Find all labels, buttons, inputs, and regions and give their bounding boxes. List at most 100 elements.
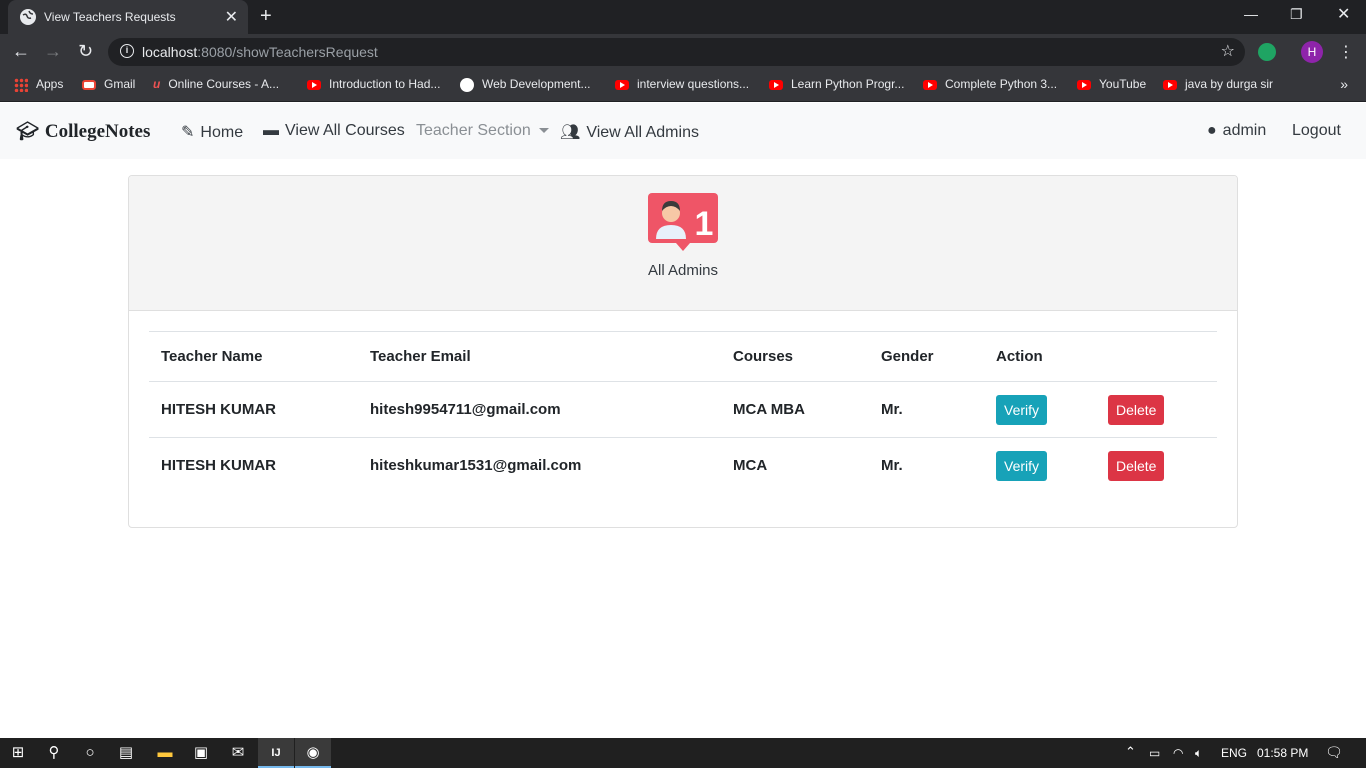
bookmark-item[interactable]: Web Development... xyxy=(460,77,591,92)
gmail-icon xyxy=(82,79,96,90)
task-view-icon[interactable]: ▤ xyxy=(108,738,144,768)
bookmark-item[interactable]: Introduction to Had... xyxy=(307,77,440,91)
bookmarks-bar: Apps Gmail u Online Courses - A... Introd… xyxy=(0,70,1366,102)
chevron-up-icon[interactable]: ⌃ xyxy=(1125,744,1136,760)
youtube-icon xyxy=(769,79,783,90)
card-header: 1 All Admins xyxy=(129,176,1237,311)
users-icon: 👥︎ xyxy=(560,124,581,141)
verify-button[interactable]: Verify xyxy=(996,450,1048,481)
col-courses: Courses xyxy=(733,348,794,365)
table-header-row: Teacher Name Teacher Email Courses Gende… xyxy=(149,331,1217,382)
bookmark-item[interactable]: Gmail xyxy=(82,77,135,91)
search-icon[interactable]: ⚲ xyxy=(36,738,72,768)
tab-close-icon[interactable]: ✕ xyxy=(225,7,238,27)
menu-icon[interactable]: ⋮ xyxy=(1338,42,1354,62)
delete-button[interactable]: Delete xyxy=(1108,450,1165,481)
teacher-courses: MCA MBA xyxy=(733,401,805,418)
bookmark-item[interactable]: interview questions... xyxy=(615,77,749,91)
col-teacher-email: Teacher Email xyxy=(370,348,471,365)
verify-cell: Verify xyxy=(984,438,1096,494)
user-circle-icon: ● xyxy=(1207,122,1217,139)
web-icon xyxy=(460,77,474,92)
address-bar[interactable]: i localhost:8080/showTeachersRequest ☆ xyxy=(108,38,1245,66)
delete-button[interactable]: Delete xyxy=(1108,394,1165,425)
verify-cell: Verify xyxy=(984,382,1096,438)
chrome-icon[interactable]: ◉ xyxy=(295,738,331,768)
battery-icon[interactable]: ▭ xyxy=(1149,746,1160,760)
mail-icon[interactable]: ✉ xyxy=(220,738,256,768)
bookmark-item[interactable]: Learn Python Progr... xyxy=(769,77,904,91)
verify-button[interactable]: Verify xyxy=(996,394,1048,425)
graduation-cap-icon: 🎓︎ xyxy=(16,121,39,141)
bookmark-item[interactable]: Apps xyxy=(14,77,63,92)
avatar[interactable]: H xyxy=(1301,41,1323,63)
caret-down-icon xyxy=(538,128,549,134)
language-indicator[interactable]: ENG xyxy=(1221,746,1247,760)
brand-logo[interactable]: 🎓︎ CollegeNotes xyxy=(16,121,150,143)
teacher-requests-card: 1 All Admins Teacher Name Teacher Email … xyxy=(128,175,1238,528)
nav-user[interactable]: ● admin xyxy=(1207,122,1266,140)
close-window-icon[interactable]: ✕ xyxy=(1337,4,1350,24)
teacher-name: HITESH KUMAR xyxy=(161,401,276,418)
forward-icon[interactable]: → xyxy=(44,42,62,60)
bookmark-item[interactable]: java by durga sir xyxy=(1163,77,1273,91)
teacher-name: HITESH KUMAR xyxy=(161,457,276,475)
intellij-icon[interactable]: IJ xyxy=(258,738,294,768)
col-action: Action xyxy=(996,348,1043,365)
browser-toolbar: ← → ↻ i localhost:8080/showTeachersReque… xyxy=(0,34,1366,70)
teacher-gender: Mr. xyxy=(881,457,903,475)
youtube-icon xyxy=(615,79,629,90)
youtube-icon xyxy=(1077,79,1091,90)
file-explorer-icon[interactable]: ▬ xyxy=(147,738,183,768)
windows-taskbar: ⊞ ⚲ ○ ▤ ▬ ▣ ✉ IJ ◉ ⌃ ▭ ◠ 🔈︎ ENG 01:58 PM… xyxy=(0,738,1366,768)
bookmark-item[interactable]: u Online Courses - A... xyxy=(153,77,279,91)
notification-icon[interactable]: 🗨︎ xyxy=(1325,744,1343,761)
teacher-gender: Mr. xyxy=(881,401,903,418)
nav-view-all-courses[interactable]: ▬ View All Courses xyxy=(263,122,405,140)
extension-icon[interactable] xyxy=(1258,43,1276,61)
teacher-email: hiteshkumar1531@gmail.com xyxy=(370,457,582,475)
col-action-extra xyxy=(1096,332,1217,382)
browser-tab[interactable]: View Teachers Requests ✕ xyxy=(8,0,248,34)
restore-icon[interactable]: ❐ xyxy=(1290,6,1303,23)
teacher-requests-table: Teacher Name Teacher Email Courses Gende… xyxy=(149,331,1217,494)
delete-cell: Delete xyxy=(1096,438,1217,494)
youtube-icon xyxy=(1163,79,1177,90)
tab-title: View Teachers Requests xyxy=(44,10,176,24)
teacher-email: hitesh9954711@gmail.com xyxy=(370,401,561,418)
clock[interactable]: 01:58 PM xyxy=(1257,746,1308,760)
youtube-icon xyxy=(923,79,937,90)
chevron-double-right-icon[interactable]: » xyxy=(1340,76,1348,92)
col-teacher-name: Teacher Name xyxy=(161,348,263,365)
bookmark-item[interactable]: Complete Python 3... xyxy=(923,77,1057,91)
badge-count: 1 xyxy=(695,205,714,243)
url-text: localhost:8080/showTeachersRequest xyxy=(142,44,378,60)
wifi-icon[interactable]: ◠ xyxy=(1173,746,1183,760)
globe-icon xyxy=(20,9,36,25)
site-navbar: 🎓︎ CollegeNotes ✎ Home ▬ View All Courses T… xyxy=(0,103,1366,159)
store-icon[interactable]: ▣ xyxy=(183,738,219,768)
udemy-icon: u xyxy=(153,77,161,91)
cortana-icon[interactable]: ○ xyxy=(72,738,108,768)
new-tab-icon[interactable]: + xyxy=(260,5,272,28)
windows-start-icon[interactable]: ⊞ xyxy=(0,738,36,768)
nav-home[interactable]: ✎ Home xyxy=(181,122,243,142)
edit-icon: ✎ xyxy=(181,124,195,141)
youtube-icon xyxy=(307,79,321,90)
nav-logout[interactable]: Logout xyxy=(1292,122,1341,140)
reload-icon[interactable]: ↻ xyxy=(78,42,93,60)
nav-view-all-admins[interactable]: 👥︎ View All Admins xyxy=(560,122,699,142)
back-icon[interactable]: ← xyxy=(12,42,30,60)
bookmark-star-icon[interactable]: ☆ xyxy=(1221,41,1235,61)
col-gender: Gender xyxy=(881,348,934,365)
minimize-icon[interactable]: — xyxy=(1244,6,1258,22)
delete-cell: Delete xyxy=(1096,382,1217,438)
credit-card-icon: ▬ xyxy=(263,122,279,139)
info-icon[interactable]: i xyxy=(120,44,134,58)
volume-icon[interactable]: 🔈︎ xyxy=(1195,746,1202,761)
table-row: HITESH KUMAR hitesh9954711@gmail.com MCA… xyxy=(149,382,1217,438)
nav-teacher-section[interactable]: Teacher Section xyxy=(416,122,549,140)
teacher-courses: MCA xyxy=(733,457,768,475)
bookmark-item[interactable]: YouTube xyxy=(1077,77,1146,91)
browser-titlebar: View Teachers Requests ✕ + — ❐ ✕ xyxy=(0,0,1366,34)
